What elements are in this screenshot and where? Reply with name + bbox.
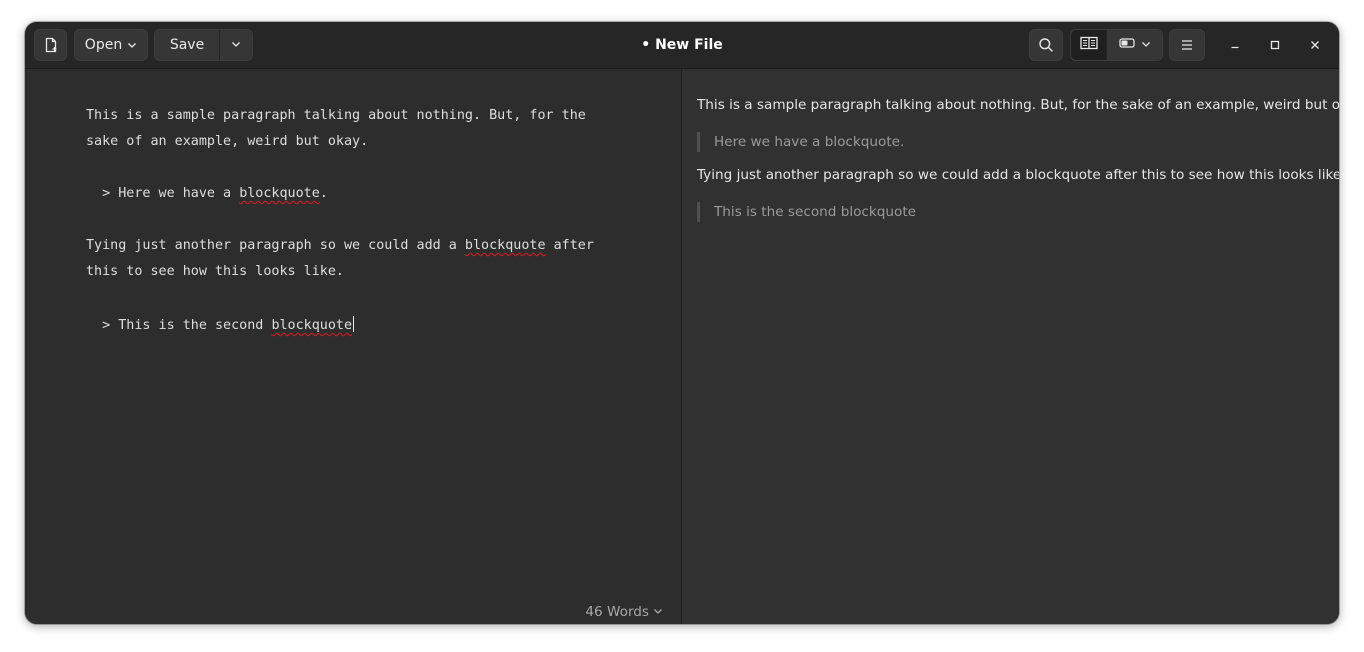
new-document-icon — [43, 37, 59, 53]
hamburger-menu-icon — [1180, 39, 1194, 51]
editor-text: > This is the second — [86, 318, 272, 333]
chevron-down-icon — [1141, 37, 1151, 53]
editor-text: this to see how this looks like. — [86, 264, 344, 279]
preview-pane: This is a sample paragraph talking about… — [682, 69, 1339, 624]
app-window: Open Save • New File This is a sample pa… — [25, 22, 1339, 624]
text-cursor — [353, 316, 355, 332]
save-button-group: Save — [154, 29, 253, 61]
open-button[interactable]: Open — [74, 29, 148, 61]
main-menu-button[interactable] — [1169, 29, 1205, 61]
book-icon — [1079, 36, 1098, 54]
maximize-icon — [1269, 36, 1281, 55]
view-mode-group — [1070, 29, 1163, 61]
minimize-button[interactable] — [1223, 33, 1247, 57]
chevron-down-icon — [231, 37, 241, 53]
preview-paragraph: This is a sample paragraph talking about… — [697, 97, 1339, 113]
misspelled-word[interactable]: blockquote — [465, 238, 546, 253]
word-count-label: 46 Words — [585, 604, 649, 620]
search-icon — [1038, 37, 1054, 53]
editor-text: after — [545, 238, 594, 253]
save-button-label: Save — [169, 37, 205, 53]
maximize-button[interactable] — [1263, 33, 1287, 57]
open-button-label: Open — [84, 37, 123, 53]
editor-text: This is a sample paragraph talking about… — [86, 108, 586, 123]
editor-line[interactable]: sake of an example, weird but okay. — [86, 134, 368, 149]
preview-mode-button[interactable] — [1071, 30, 1106, 60]
preview-paragraph: Tying just another paragraph so we could… — [697, 167, 1339, 183]
editor-text: > Here we have a — [86, 186, 240, 201]
toggle-layout-icon — [1118, 37, 1135, 53]
save-options-button[interactable] — [219, 30, 252, 60]
save-button[interactable]: Save — [155, 30, 219, 60]
preview-blockquote: This is the second blockquote — [697, 202, 916, 222]
misspelled-word[interactable]: blockquote — [239, 186, 320, 201]
window-title: • New File — [641, 37, 723, 53]
word-count-button[interactable]: 46 Words — [585, 604, 663, 620]
new-file-button[interactable] — [34, 29, 67, 61]
editor-pane[interactable]: This is a sample paragraph talking about… — [25, 69, 682, 624]
close-button[interactable] — [1303, 33, 1327, 57]
editor-line[interactable]: This is a sample paragraph talking about… — [86, 108, 586, 123]
headerbar: Open Save • New File — [25, 22, 1339, 69]
editor-text: . — [319, 186, 328, 201]
editor-line[interactable]: Tying just another paragraph so we could… — [86, 238, 594, 253]
search-button[interactable] — [1029, 29, 1063, 61]
preview-blockquote: Here we have a blockquote. — [697, 132, 904, 152]
misspelled-word[interactable]: blockquote — [271, 318, 352, 333]
editor-text: sake of an example, weird but okay. — [86, 134, 369, 149]
editor-text: Tying just another paragraph so we could… — [86, 238, 465, 253]
close-icon — [1309, 36, 1321, 55]
chevron-down-icon — [127, 40, 137, 50]
editor-line[interactable]: > This is the second blockquote — [86, 316, 355, 333]
chevron-down-icon — [653, 604, 663, 620]
editor-line[interactable]: > Here we have a blockquote. — [86, 186, 328, 201]
layout-toggle-button[interactable] — [1106, 30, 1162, 60]
minimize-icon — [1229, 36, 1241, 55]
editor-line[interactable]: this to see how this looks like. — [86, 264, 344, 279]
